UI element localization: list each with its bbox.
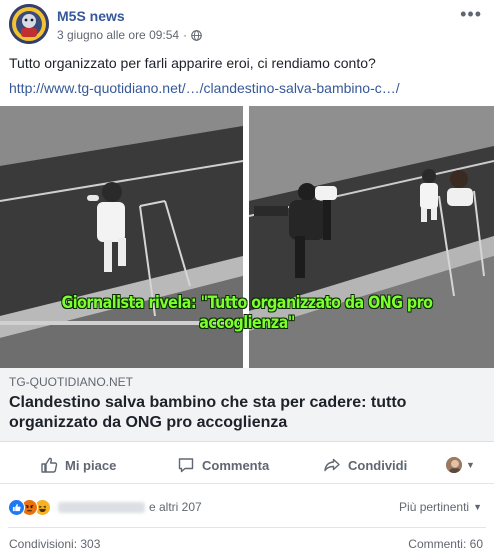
more-options-button[interactable]: ••• (460, 4, 482, 25)
globe-icon[interactable] (191, 29, 202, 41)
share-label: Condividi (348, 457, 408, 473)
page-avatar[interactable] (9, 4, 49, 44)
like-icon (8, 498, 25, 516)
like-button[interactable]: Mi piace (40, 448, 116, 482)
thumbs-up-icon (41, 457, 58, 473)
sort-label: Più pertinenti (399, 500, 470, 514)
comment-button[interactable]: Commenta (177, 448, 269, 482)
post-link[interactable]: http://www.tg-quotidiano.net/…/clandesti… (9, 80, 400, 96)
reaction-names-blurred (58, 501, 145, 513)
preview-title[interactable]: Clandestino salva bambino che sta per ca… (9, 393, 479, 433)
comment-icon (178, 458, 194, 473)
like-label: Mi piace (65, 457, 117, 473)
preview-domain: TG-QUOTIDIANO.NET (9, 375, 133, 389)
comments-count[interactable]: Commenti: 60 (408, 537, 483, 551)
page-name[interactable]: M5S news (57, 8, 125, 24)
post-text: Tutto organizzato per farli apparire ero… (9, 55, 376, 71)
meta-separator: · (183, 28, 188, 42)
action-bar: Mi piace Commenta Condividi ▼ (0, 448, 494, 484)
user-avatar-image (446, 457, 462, 473)
user-avatar (446, 457, 462, 473)
link-preview[interactable]: TG-QUOTIDIANO.NET Clandestino salva bamb… (0, 368, 494, 442)
shares-count[interactable]: Condivisioni: 303 (9, 537, 100, 551)
comment-sort-dropdown[interactable]: Più pertinenti ▼ (399, 500, 482, 514)
chevron-down-icon: ▼ (473, 502, 482, 512)
post-meta: 3 giugno alle ore 09:54 · (57, 28, 202, 42)
post-date[interactable]: 3 giugno alle ore 09:54 (57, 28, 179, 42)
post-as-selector[interactable]: ▼ (446, 448, 475, 482)
image-caption: Giornalista rivela: "Tutto organizzato d… (61, 293, 433, 333)
post-image[interactable]: Giornalista rivela: "Tutto organizzato d… (0, 106, 494, 368)
facebook-post: M5S news 3 giugno alle ore 09:54 · ••• T… (0, 0, 494, 559)
chevron-down-icon: ▼ (466, 460, 475, 470)
share-button[interactable]: Condividi (323, 448, 407, 482)
reactions-summary[interactable]: e altri 207 (8, 497, 202, 517)
share-icon (324, 458, 340, 472)
reaction-others-count: e altri 207 (149, 500, 202, 514)
divider (8, 527, 486, 528)
page-avatar-logo (9, 4, 49, 44)
comment-label: Commenta (202, 457, 270, 473)
